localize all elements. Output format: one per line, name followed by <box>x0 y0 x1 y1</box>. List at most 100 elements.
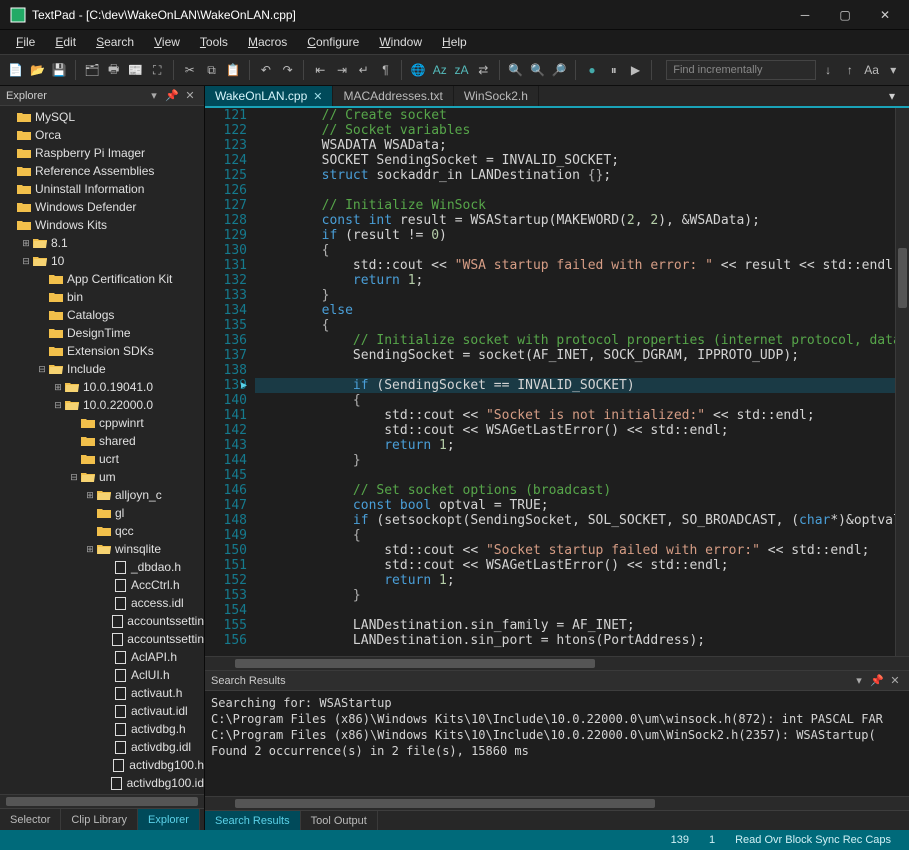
twisty-icon[interactable]: ⊟ <box>20 256 32 267</box>
sort-za-icon[interactable]: ᴢA <box>452 59 472 81</box>
close-button[interactable]: ✕ <box>865 0 905 30</box>
tree-node[interactable]: ucrt <box>0 450 204 468</box>
find-files-icon[interactable]: 🔎 <box>550 59 570 81</box>
file-tree[interactable]: MySQLOrcaRaspberry Pi ImagerReference As… <box>0 106 204 794</box>
menu-configure[interactable]: Configure <box>299 33 367 51</box>
tree-node[interactable]: App Certification Kit <box>0 270 204 288</box>
code-editor[interactable]: 121 // Create socket122 // Socket variab… <box>205 108 909 656</box>
toolbar-menu-icon[interactable]: ▾ <box>883 59 903 81</box>
play-icon[interactable]: ▶ <box>626 59 646 81</box>
tree-node[interactable]: Raspberry Pi Imager <box>0 144 204 162</box>
twisty-icon[interactable]: ⊟ <box>68 472 80 483</box>
sidebar-tab-clip-library[interactable]: Clip Library <box>61 809 138 830</box>
menu-macros[interactable]: Macros <box>240 33 295 51</box>
redo-icon[interactable]: ↷ <box>278 59 298 81</box>
tree-node[interactable]: Extension SDKs <box>0 342 204 360</box>
tree-node[interactable]: AclAPI.h <box>0 648 204 666</box>
menu-edit[interactable]: Edit <box>47 33 84 51</box>
panel-close-icon[interactable]: ✕ <box>182 88 198 104</box>
editor-tab[interactable]: WakeOnLAN.cpp✕ <box>205 86 333 106</box>
tree-node[interactable]: accountssettin <box>0 612 204 630</box>
find-input[interactable]: Find incrementally <box>666 60 816 80</box>
tree-node[interactable]: Uninstall Information <box>0 180 204 198</box>
search-pin-icon[interactable]: 📌 <box>869 673 885 689</box>
manage-icon[interactable]: 🗂 <box>82 59 102 81</box>
sidebar-tab-explorer[interactable]: Explorer <box>138 809 200 830</box>
twisty-icon[interactable]: ⊟ <box>36 364 48 375</box>
tree-node[interactable]: _dbdao.h <box>0 558 204 576</box>
tabs-menu-icon[interactable]: ▾ <box>889 89 909 103</box>
tree-node[interactable]: Windows Defender <box>0 198 204 216</box>
tree-node[interactable]: ⊞10.0.19041.0 <box>0 378 204 396</box>
menu-help[interactable]: Help <box>434 33 475 51</box>
panel-dropdown-icon[interactable]: ▾ <box>146 88 162 104</box>
tree-node[interactable]: gl <box>0 504 204 522</box>
undo-icon[interactable]: ↶ <box>256 59 276 81</box>
menu-search[interactable]: Search <box>88 33 142 51</box>
twisty-icon[interactable]: ⊞ <box>20 238 32 249</box>
tree-node[interactable]: activaut.idl <box>0 702 204 720</box>
tree-node[interactable]: access.idl <box>0 594 204 612</box>
tree-node[interactable]: Catalogs <box>0 306 204 324</box>
tree-node[interactable]: Reference Assemblies <box>0 162 204 180</box>
indent-right-icon[interactable]: ⇥ <box>332 59 352 81</box>
open-file-icon[interactable]: 📂 <box>28 59 48 81</box>
editor-hscroll[interactable] <box>205 656 909 670</box>
tree-node[interactable]: Orca <box>0 126 204 144</box>
search-output[interactable]: Searching for: WSAStartup C:\Program Fil… <box>205 691 909 796</box>
maximize-button[interactable]: ▢ <box>825 0 865 30</box>
pause-icon[interactable]: ⏸ <box>604 59 624 81</box>
print-preview-icon[interactable]: 📰 <box>126 59 146 81</box>
editor-vscroll[interactable] <box>895 108 909 656</box>
twisty-icon[interactable]: ⊞ <box>84 544 96 555</box>
search-hscroll[interactable] <box>205 796 909 810</box>
tree-node[interactable]: activdbg100.h <box>0 756 204 774</box>
tab-close-icon[interactable]: ✕ <box>313 90 322 103</box>
tree-node[interactable]: activdbg.idl <box>0 738 204 756</box>
record-icon[interactable]: ● <box>582 59 602 81</box>
tree-node[interactable]: cppwinrt <box>0 414 204 432</box>
tree-node[interactable]: accountssettin <box>0 630 204 648</box>
menu-file[interactable]: File <box>8 33 43 51</box>
find-icon[interactable]: 🔍 <box>506 59 526 81</box>
twisty-icon[interactable]: ⊞ <box>52 382 64 393</box>
tree-node[interactable]: ⊟um <box>0 468 204 486</box>
fullscreen-icon[interactable]: ⛶ <box>147 59 167 81</box>
save-icon[interactable]: 💾 <box>49 59 69 81</box>
tree-node[interactable]: DesignTime <box>0 324 204 342</box>
editor-tab[interactable]: WinSock2.h <box>454 86 539 106</box>
web-icon[interactable]: 🌐 <box>408 59 428 81</box>
tree-node[interactable]: Windows Kits <box>0 216 204 234</box>
find-up-icon[interactable]: ↑ <box>840 59 860 81</box>
minimize-button[interactable]: ─ <box>785 0 825 30</box>
tree-node[interactable]: activdbg100.id <box>0 774 204 792</box>
tree-node[interactable]: MySQL <box>0 108 204 126</box>
tree-node[interactable]: bin <box>0 288 204 306</box>
editor-tab[interactable]: MACAddresses.txt <box>333 86 453 106</box>
tree-node[interactable]: qcc <box>0 522 204 540</box>
new-file-icon[interactable]: 📄 <box>6 59 26 81</box>
tree-node[interactable]: ⊞alljoyn_c <box>0 486 204 504</box>
tree-node[interactable]: AccCtrl.h <box>0 576 204 594</box>
search-close-icon[interactable]: ✕ <box>887 673 903 689</box>
tree-node[interactable]: shared <box>0 432 204 450</box>
tree-node[interactable]: AclUI.h <box>0 666 204 684</box>
indent-left-icon[interactable]: ⇤ <box>310 59 330 81</box>
tree-node[interactable]: activdbg.h <box>0 720 204 738</box>
twisty-icon[interactable]: ⊞ <box>84 490 96 501</box>
sidebar-tab-selector[interactable]: Selector <box>0 809 61 830</box>
tree-node[interactable]: ⊟10 <box>0 252 204 270</box>
tree-node[interactable]: ⊞8.1 <box>0 234 204 252</box>
find-down-icon[interactable]: ↓ <box>818 59 838 81</box>
compare-icon[interactable]: ⇄ <box>473 59 493 81</box>
pilcrow-icon[interactable]: ¶ <box>376 59 396 81</box>
twisty-icon[interactable]: ⊟ <box>52 400 64 411</box>
tree-node[interactable]: activaut.h <box>0 684 204 702</box>
copy-icon[interactable]: ⧉ <box>202 59 222 81</box>
match-case-icon[interactable]: Aa <box>862 59 882 81</box>
search-dropdown-icon[interactable]: ▾ <box>851 673 867 689</box>
paste-icon[interactable]: 📋 <box>223 59 243 81</box>
find-next-icon[interactable]: 🔍 <box>528 59 548 81</box>
menu-view[interactable]: View <box>146 33 188 51</box>
tree-node[interactable]: ⊟Include <box>0 360 204 378</box>
